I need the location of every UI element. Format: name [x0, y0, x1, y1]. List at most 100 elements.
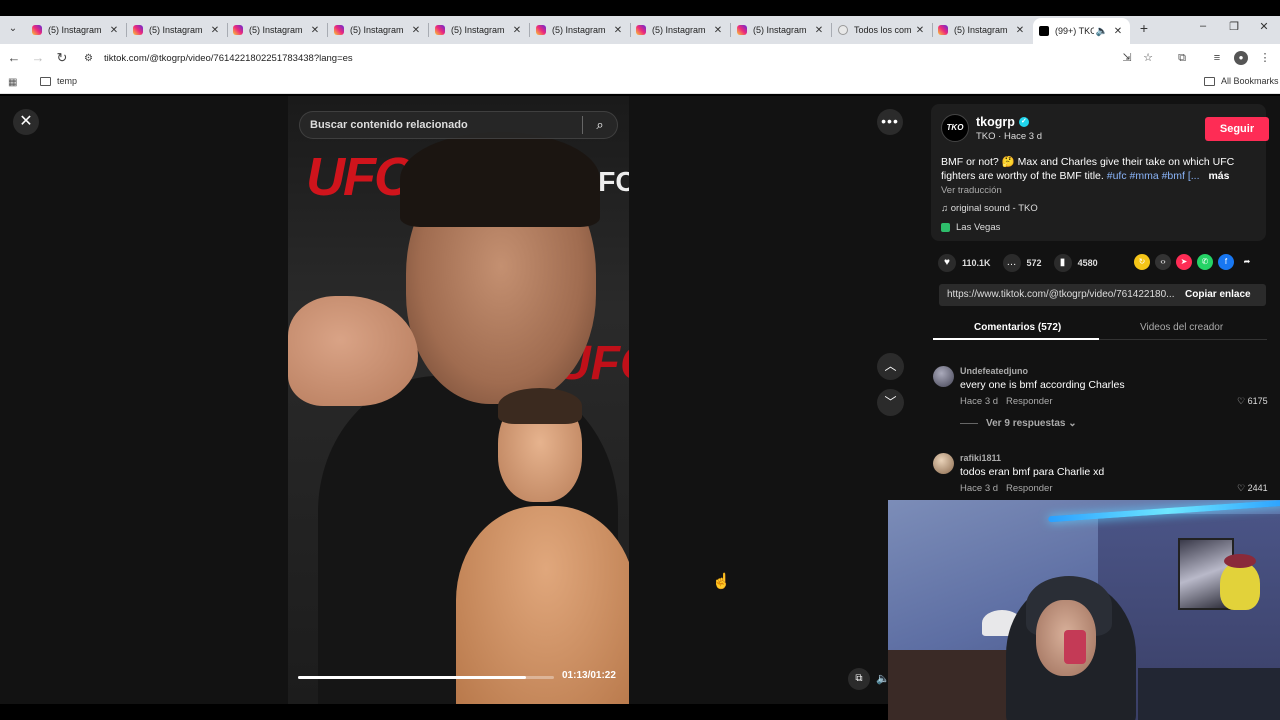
tab-title: (5) Instagram	[48, 25, 102, 35]
extensions-icon[interactable]: ⧉	[1175, 51, 1189, 65]
previous-video-button[interactable]: ︿	[877, 353, 904, 380]
address-bar[interactable]: ⚙ tiktok.com/@tkogrp/video/7614221802251…	[80, 47, 1110, 69]
browser-tab[interactable]: (5) Instagram ✕	[227, 18, 328, 42]
plush-toy	[1220, 554, 1260, 610]
close-video-button[interactable]: ✕	[13, 109, 39, 135]
like-button[interactable]: ♥ 110.1K	[938, 254, 991, 272]
browser-tab[interactable]: (5) Instagram ✕	[429, 18, 530, 42]
video-progress-bar[interactable]	[298, 676, 554, 679]
commenter-username[interactable]: Undefeatedjuno	[960, 366, 1028, 376]
save-button[interactable]: ▮ 4580	[1053, 254, 1098, 272]
site-info-icon[interactable]: ⚙	[84, 53, 102, 64]
top-black-strip	[0, 0, 1280, 16]
close-icon[interactable]: ✕	[209, 25, 221, 36]
close-icon[interactable]: ✕	[914, 25, 926, 36]
search-icon[interactable]: ⌕	[583, 117, 617, 133]
post-info-card: TKO tkogrp ✓ TKO · Hace 3 d Seguir BMF or…	[931, 104, 1269, 241]
username-text: tkogrp	[976, 115, 1015, 129]
inset-fighter-hair	[498, 388, 582, 424]
more-options-button[interactable]: •••	[877, 109, 903, 135]
browser-tab[interactable]: Todos los com ✕	[832, 18, 933, 42]
tab-comments[interactable]: Comentarios (572)	[974, 322, 1061, 333]
post-description: BMF or not? 🤔 Max and Charles give their…	[941, 155, 1261, 183]
browser-tab[interactable]: (5) Instagram ✕	[26, 18, 127, 42]
browser-tab[interactable]: (5) Instagram ✕	[127, 18, 228, 42]
send-icon[interactable]: ➤	[1176, 254, 1192, 270]
view-replies-button[interactable]: Ver 9 respuestas ⌄	[960, 418, 1077, 429]
background-desk	[1138, 668, 1280, 720]
apps-grid-icon[interactable]: ▦	[8, 77, 17, 88]
minimize-button[interactable]: –	[1196, 20, 1210, 32]
media-controls-icon[interactable]: ≡	[1210, 51, 1224, 65]
profile-avatar-icon[interactable]: ●	[1234, 51, 1248, 65]
bookmark-folder-temp[interactable]: temp	[40, 76, 77, 86]
next-video-button[interactable]: ﹀	[877, 389, 904, 416]
whatsapp-icon[interactable]: ✆	[1197, 254, 1213, 270]
kebab-menu-icon[interactable]: ⋮	[1258, 51, 1272, 65]
close-icon[interactable]: ✕	[1014, 25, 1026, 36]
close-icon[interactable]: ✕	[511, 25, 523, 36]
reload-icon[interactable]: ↻	[54, 50, 70, 66]
back-icon[interactable]: ←	[6, 50, 22, 66]
close-icon[interactable]: ✕	[813, 25, 825, 36]
instagram-icon	[32, 25, 42, 35]
translate-link[interactable]: Ver traducción	[941, 185, 1002, 196]
embed-icon[interactable]: ‹›	[1155, 254, 1171, 270]
forward-icon[interactable]: →	[30, 50, 46, 66]
tab-title: (5) Instagram	[552, 25, 606, 35]
browser-tab[interactable]: (5) Instagram ✕	[530, 18, 631, 42]
close-icon[interactable]: ✕	[410, 25, 422, 36]
follow-button[interactable]: Seguir	[1205, 117, 1269, 141]
commenter-username[interactable]: rafiki1811	[960, 453, 1001, 463]
reply-button[interactable]: Responder	[1006, 396, 1052, 407]
speaker-icon[interactable]: 🔈	[1094, 26, 1110, 37]
comment-button[interactable]: … 572	[1002, 254, 1042, 272]
new-tab-button[interactable]: +	[1137, 20, 1151, 36]
related-search-bar[interactable]: Buscar contenido relacionado ⌕	[299, 111, 618, 139]
comment-like-button[interactable]: ♡ 6175	[1237, 396, 1268, 407]
window-close-button[interactable]: ✕	[1257, 20, 1271, 33]
instagram-icon	[435, 25, 445, 35]
close-icon[interactable]: ✕	[108, 25, 120, 36]
video-player[interactable]: UFC UFC UFC Buscar contenido relacionado…	[288, 96, 629, 704]
browser-tab[interactable]: (5) Instagram ✕	[932, 18, 1032, 42]
browser-tab[interactable]: (5) Instagram ✕	[731, 18, 832, 42]
commenter-avatar[interactable]	[933, 453, 954, 474]
progress-fill	[298, 676, 526, 679]
video-figure-hand	[288, 296, 418, 406]
restore-button[interactable]: ❐	[1227, 20, 1241, 33]
comment-like-button[interactable]: ♡ 2441	[1237, 483, 1268, 494]
verified-icon: ✓	[1018, 117, 1029, 127]
install-app-icon[interactable]: ⇲	[1120, 51, 1134, 65]
close-icon[interactable]: ✕	[1112, 26, 1124, 37]
post-link-text: https://www.tiktok.com/@tkogrp/video/761…	[947, 289, 1175, 300]
browser-tab-bar: ⌄ (5) Instagram ✕ (5) Instagram ✕ (5) Inst…	[0, 0, 1280, 44]
sound-link[interactable]: ♫ original sound - TKO	[941, 203, 1038, 214]
bookmark-star-icon[interactable]: ☆	[1141, 51, 1155, 65]
reply-button[interactable]: Responder	[1006, 483, 1052, 494]
hashtags[interactable]: #ufc #mma #bmf [...	[1107, 170, 1200, 182]
creator-username[interactable]: tkogrp ✓	[976, 115, 1029, 129]
close-icon[interactable]: ✕	[309, 25, 321, 36]
creator-avatar[interactable]: TKO	[941, 114, 969, 142]
close-icon[interactable]: ✕	[712, 25, 724, 36]
repost-icon[interactable]: ↻	[1134, 254, 1150, 270]
url-text: tiktok.com/@tkogrp/video/761422180225178…	[104, 52, 353, 64]
copy-link-button[interactable]: Copiar enlace	[1185, 289, 1251, 300]
browser-tab[interactable]: (5) Instagram ✕	[328, 18, 429, 42]
save-count: 4580	[1077, 258, 1098, 268]
browser-tab[interactable]: (5) Instagram ✕	[630, 18, 731, 42]
close-icon[interactable]: ✕	[612, 25, 624, 36]
commenter-avatar[interactable]	[933, 366, 954, 387]
tab-creator-videos[interactable]: Videos del creador	[1140, 322, 1223, 333]
more-link[interactable]: más	[1208, 170, 1229, 182]
pip-icon[interactable]: ⧉	[848, 668, 870, 690]
facebook-icon[interactable]: f	[1218, 254, 1234, 270]
share-arrow-icon[interactable]: ➦	[1239, 254, 1255, 270]
browser-tab-active[interactable]: (99+) TKO 🔈 ✕	[1033, 18, 1130, 44]
music-note-icon: ♫	[941, 203, 951, 214]
search-input[interactable]: Buscar contenido relacionado	[310, 119, 582, 131]
tab-search-button[interactable]: ⌄	[4, 20, 22, 38]
location-tag[interactable]: Las Vegas	[941, 222, 1000, 233]
all-bookmarks-button[interactable]: All Bookmarks	[1204, 76, 1279, 86]
